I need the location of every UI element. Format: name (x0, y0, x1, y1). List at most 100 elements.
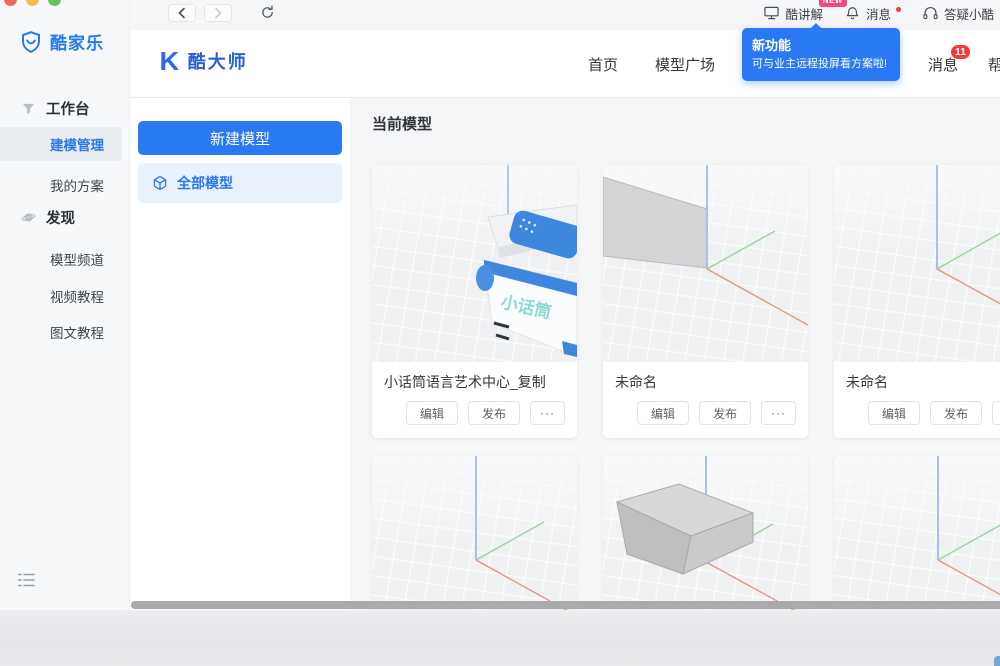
nav-item-home[interactable]: 首页 (588, 54, 618, 75)
model-3d-wall (603, 165, 808, 362)
help-assistant-label: 答疑小酷 (944, 4, 994, 23)
forward-button[interactable] (204, 4, 232, 22)
monitor-icon (764, 6, 779, 20)
model-name: 小话筒语言艺术中心_复制 (384, 372, 565, 392)
desktop-dock-hint (994, 656, 1000, 666)
card-actions: 编辑 发布 ··· (384, 401, 565, 425)
collapse-list-button[interactable] (17, 572, 35, 588)
minimize-window-button[interactable] (26, 0, 39, 6)
edit-button[interactable]: 编辑 (868, 401, 920, 425)
shield-icon (19, 30, 43, 54)
nav-item-model-plaza[interactable]: 模型广场 (655, 54, 715, 75)
app-window: 酷讲解 NEW 消息 答疑小酷 K 酷大师 首页 模型 (0, 0, 1000, 610)
ku-explain-label: 酷讲解 (785, 4, 823, 23)
sidebar-section-label: 发现 (46, 207, 75, 228)
model-3d-empty (834, 165, 1000, 362)
card-footer: 未命名 编辑 发布 ··· (834, 362, 1000, 425)
messages-label: 消息 (866, 4, 891, 23)
sidebar-item-label: 视频教程 (50, 286, 104, 306)
kujiale-logo: 酷家乐 (19, 29, 104, 54)
unread-dot (896, 7, 901, 12)
list-icon (17, 572, 35, 588)
more-actions-button[interactable]: ··· (761, 401, 796, 425)
model-card (834, 456, 1000, 610)
kudashi-logo-icon: K (160, 48, 180, 74)
screen: 酷讲解 NEW 消息 答疑小酷 K 酷大师 首页 模型 (0, 0, 1000, 666)
sidebar-section-workbench: 工作台 (0, 97, 130, 119)
section-title: 当前模型 (372, 113, 432, 134)
more-actions-button[interactable]: ··· (530, 401, 565, 425)
card-actions: 编辑 发布 ··· (615, 401, 796, 425)
all-models-label: 全部模型 (177, 173, 233, 193)
refresh-icon (260, 5, 275, 20)
card-actions: 编辑 发布 ··· (846, 401, 1000, 425)
close-window-button[interactable] (4, 0, 17, 6)
card-footer: 小话筒语言艺术中心_复制 编辑 发布 ··· (372, 362, 577, 425)
toolbar-tools: 酷讲解 NEW 消息 答疑小酷 (764, 0, 994, 26)
model-preview[interactable] (372, 456, 577, 610)
model-card-grid: 小话筒 小话筒语言艺术中心_复制 编辑 发布 ··· (372, 165, 1000, 610)
content-area: 当前模型 (350, 98, 1000, 610)
back-button[interactable] (168, 4, 196, 22)
ku-explain-tool[interactable]: 酷讲解 NEW (764, 4, 823, 23)
model-3d-empty (372, 456, 577, 610)
tooltip-body: 可与业主远程投屏看方案啦! (752, 57, 890, 73)
model-name: 未命名 (615, 372, 796, 392)
model-card: 未命名 编辑 发布 ··· (603, 165, 808, 438)
help-assistant-tool[interactable]: 答疑小酷 (923, 4, 994, 23)
sidebar: 酷家乐 工作台 建模管理 我的方案 发现 (0, 0, 130, 610)
edit-button[interactable]: 编辑 (637, 401, 689, 425)
new-feature-tooltip: 新功能 可与业主远程投屏看方案啦! (742, 28, 900, 81)
chevron-left-icon (177, 7, 187, 19)
browser-toolbar: 酷讲解 NEW 消息 答疑小酷 (130, 0, 1000, 30)
sidebar-item-label: 模型频道 (50, 249, 104, 269)
model-card: 小话筒 小话筒语言艺术中心_复制 编辑 发布 ··· (372, 165, 577, 438)
model-preview[interactable] (603, 456, 808, 610)
window-controls (4, 0, 61, 6)
sidebar-section-label: 工作台 (46, 98, 90, 119)
maximize-window-button[interactable] (48, 0, 61, 6)
model-3d-booth: 小话筒 (372, 165, 577, 362)
edit-button[interactable]: 编辑 (406, 401, 458, 425)
more-actions-button[interactable]: ··· (992, 401, 1000, 425)
bell-icon (845, 6, 860, 20)
brand-name: 酷大师 (188, 48, 248, 74)
model-name: 未命名 (846, 372, 1000, 392)
nav-item-help[interactable]: 帮 (988, 54, 1000, 75)
messages-tool[interactable]: 消息 (845, 4, 901, 23)
workbench-icon (21, 101, 36, 116)
model-preview[interactable] (834, 165, 1000, 362)
tooltip-arrow-icon (810, 23, 822, 29)
sidebar-item-my-plans[interactable]: 我的方案 (0, 168, 122, 202)
sidebar-item-modeling-management[interactable]: 建模管理 (0, 127, 122, 161)
model-preview[interactable]: 小话筒 (372, 165, 577, 362)
headset-icon (923, 6, 938, 20)
horizontal-scrollbar[interactable] (131, 601, 1000, 609)
planet-icon (21, 210, 36, 225)
all-models-item[interactable]: 全部模型 (138, 163, 342, 203)
sidebar-item-label: 图文教程 (50, 322, 104, 342)
model-card (603, 456, 808, 610)
kujiale-logo-text: 酷家乐 (50, 29, 104, 54)
model-preview[interactable] (834, 456, 1000, 610)
sidebar-item-label: 建模管理 (50, 134, 104, 154)
sidebar-item-model-channel[interactable]: 模型频道 (0, 242, 122, 276)
model-preview[interactable] (603, 165, 808, 362)
desktop-background (0, 610, 1000, 666)
model-list-panel: 新建模型 全部模型 (130, 98, 350, 610)
publish-button[interactable]: 发布 (699, 401, 751, 425)
refresh-button[interactable] (260, 5, 275, 20)
chevron-right-icon (213, 7, 223, 19)
model-3d-box (603, 456, 808, 610)
messages-count-badge: 11 (950, 44, 971, 60)
card-footer: 未命名 编辑 发布 ··· (603, 362, 808, 425)
new-badge: NEW (819, 0, 847, 7)
brand[interactable]: K 酷大师 (160, 48, 248, 74)
sidebar-item-image-tutorials[interactable]: 图文教程 (0, 315, 122, 349)
cube-icon (152, 175, 168, 191)
model-3d-empty (834, 456, 1000, 610)
publish-button[interactable]: 发布 (468, 401, 520, 425)
new-model-button[interactable]: 新建模型 (138, 121, 342, 155)
publish-button[interactable]: 发布 (930, 401, 982, 425)
sidebar-item-video-tutorials[interactable]: 视频教程 (0, 279, 122, 313)
